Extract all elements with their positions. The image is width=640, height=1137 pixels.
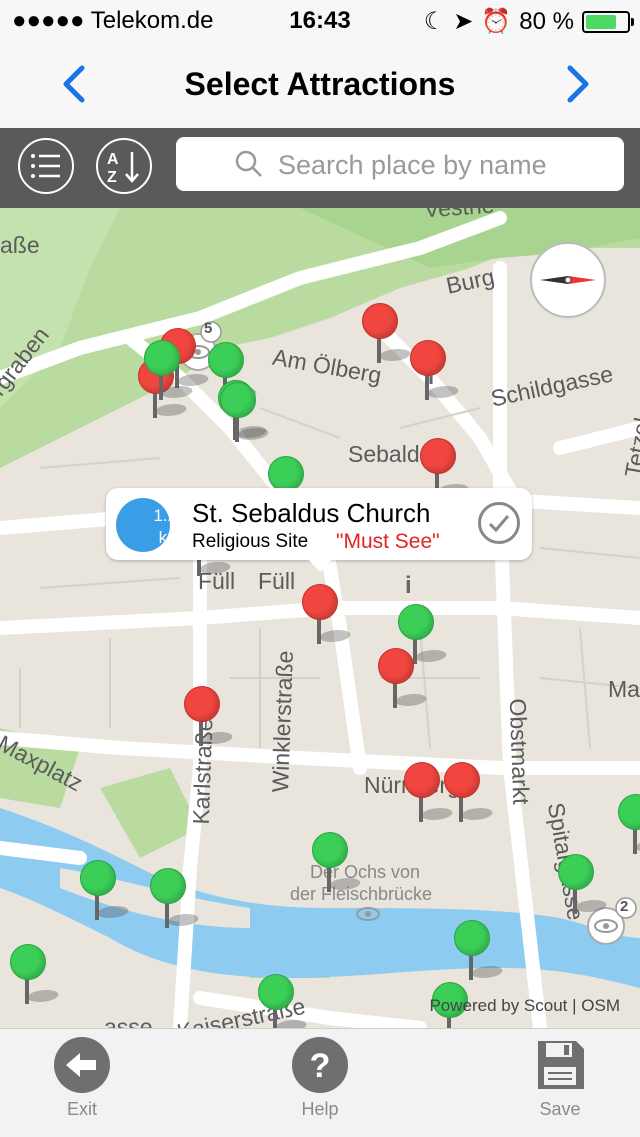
info-icon: i — [405, 572, 412, 599]
help-label: Help — [301, 1099, 339, 1119]
cluster-count: 5 — [204, 320, 213, 337]
list-button[interactable] — [18, 138, 74, 194]
must-see-tag: "Must See" — [336, 530, 440, 553]
attraction-pin-must-see[interactable] — [444, 762, 496, 822]
exit-label: Exit — [66, 1099, 97, 1119]
status-bar: ●●●●● Telekom.de 16:43 ☾ ➤ ⏰ 80 % — [0, 0, 640, 40]
help-icon: ? — [292, 1037, 348, 1093]
moon-icon: ☾ — [423, 8, 446, 35]
attraction-pin-must-see[interactable] — [362, 303, 414, 363]
attraction-pin-selected[interactable] — [302, 584, 354, 644]
attraction-pin[interactable] — [454, 920, 506, 980]
attraction-pin-must-see[interactable] — [410, 340, 462, 400]
attraction-pin[interactable] — [80, 860, 132, 920]
save-label: Save — [539, 1099, 581, 1119]
alarm-icon: ⏰ — [481, 8, 512, 35]
attraction-pin[interactable] — [10, 944, 62, 1004]
checkmark-icon[interactable] — [478, 502, 520, 544]
attraction-pin[interactable] — [312, 832, 364, 892]
street-label: Winklerstraße — [266, 650, 298, 793]
filter-toolbar: A Z — [0, 128, 640, 208]
list-icon — [31, 154, 60, 178]
svg-text:?: ? — [310, 1047, 331, 1085]
sort-az-icon: A Z — [107, 151, 139, 186]
attraction-pin-must-see[interactable] — [404, 762, 456, 822]
search-box — [176, 137, 624, 193]
street-label: Füll — [258, 568, 296, 594]
compass-button[interactable] — [530, 242, 606, 318]
sort-button[interactable]: A Z — [96, 138, 152, 194]
help-button[interactable]: ? Help — [260, 1037, 380, 1120]
attraction-callout[interactable]: 1.25 km St. Sebaldus Church Religious Si… — [106, 488, 532, 572]
attraction-category: Religious Site — [192, 531, 309, 552]
map-view[interactable]: i i aße Burg Am Ölberg Schildgasse Sebal… — [0, 208, 640, 1028]
bottom-tab-bar: Exit ? Help Save — [0, 1028, 640, 1137]
search-input[interactable] — [276, 137, 610, 193]
distance-unit: km — [158, 528, 182, 547]
attraction-pin[interactable] — [618, 794, 640, 854]
exit-button[interactable]: Exit — [22, 1037, 142, 1120]
attraction-pin[interactable] — [558, 854, 610, 914]
distance-value: 1.25 — [153, 506, 187, 525]
attraction-name: St. Sebaldus Church — [192, 498, 431, 528]
attraction-pin[interactable] — [150, 868, 202, 928]
attraction-pin-must-see[interactable] — [378, 648, 430, 708]
street-label: Ma — [608, 676, 640, 702]
chevron-right-icon[interactable] — [556, 64, 596, 104]
search-icon — [235, 150, 262, 177]
street-label: Sebald — [348, 441, 420, 467]
battery-icon — [582, 10, 634, 33]
compass-icon — [540, 276, 596, 284]
svg-text:Z: Z — [107, 169, 117, 186]
svg-text:A: A — [107, 151, 119, 168]
location-arrow-icon: ➤ — [453, 8, 474, 35]
street-label: aße — [0, 232, 40, 258]
attraction-pin-must-see[interactable] — [184, 686, 236, 746]
save-button[interactable]: Save — [500, 1037, 620, 1120]
attraction-pin[interactable] — [258, 974, 310, 1028]
page-title: Select Attractions — [184, 66, 456, 102]
map-attribution[interactable]: Powered by Scout | OSM — [429, 996, 620, 1016]
exit-arrow-icon — [54, 1037, 110, 1093]
attraction-pin[interactable] — [220, 382, 272, 442]
cluster-count: 2 — [620, 898, 629, 915]
attraction-pin[interactable] — [144, 340, 196, 400]
street-label: asse — [104, 1014, 153, 1028]
navigation-bar: Select Attractions — [0, 40, 640, 128]
distance-badge: 1.25 km — [116, 498, 187, 552]
battery-text: 80 % — [519, 7, 574, 35]
status-right: ☾ ➤ ⏰ 80 % — [423, 7, 634, 36]
street-label: Obstmarkt — [504, 698, 535, 805]
save-icon — [532, 1037, 588, 1093]
